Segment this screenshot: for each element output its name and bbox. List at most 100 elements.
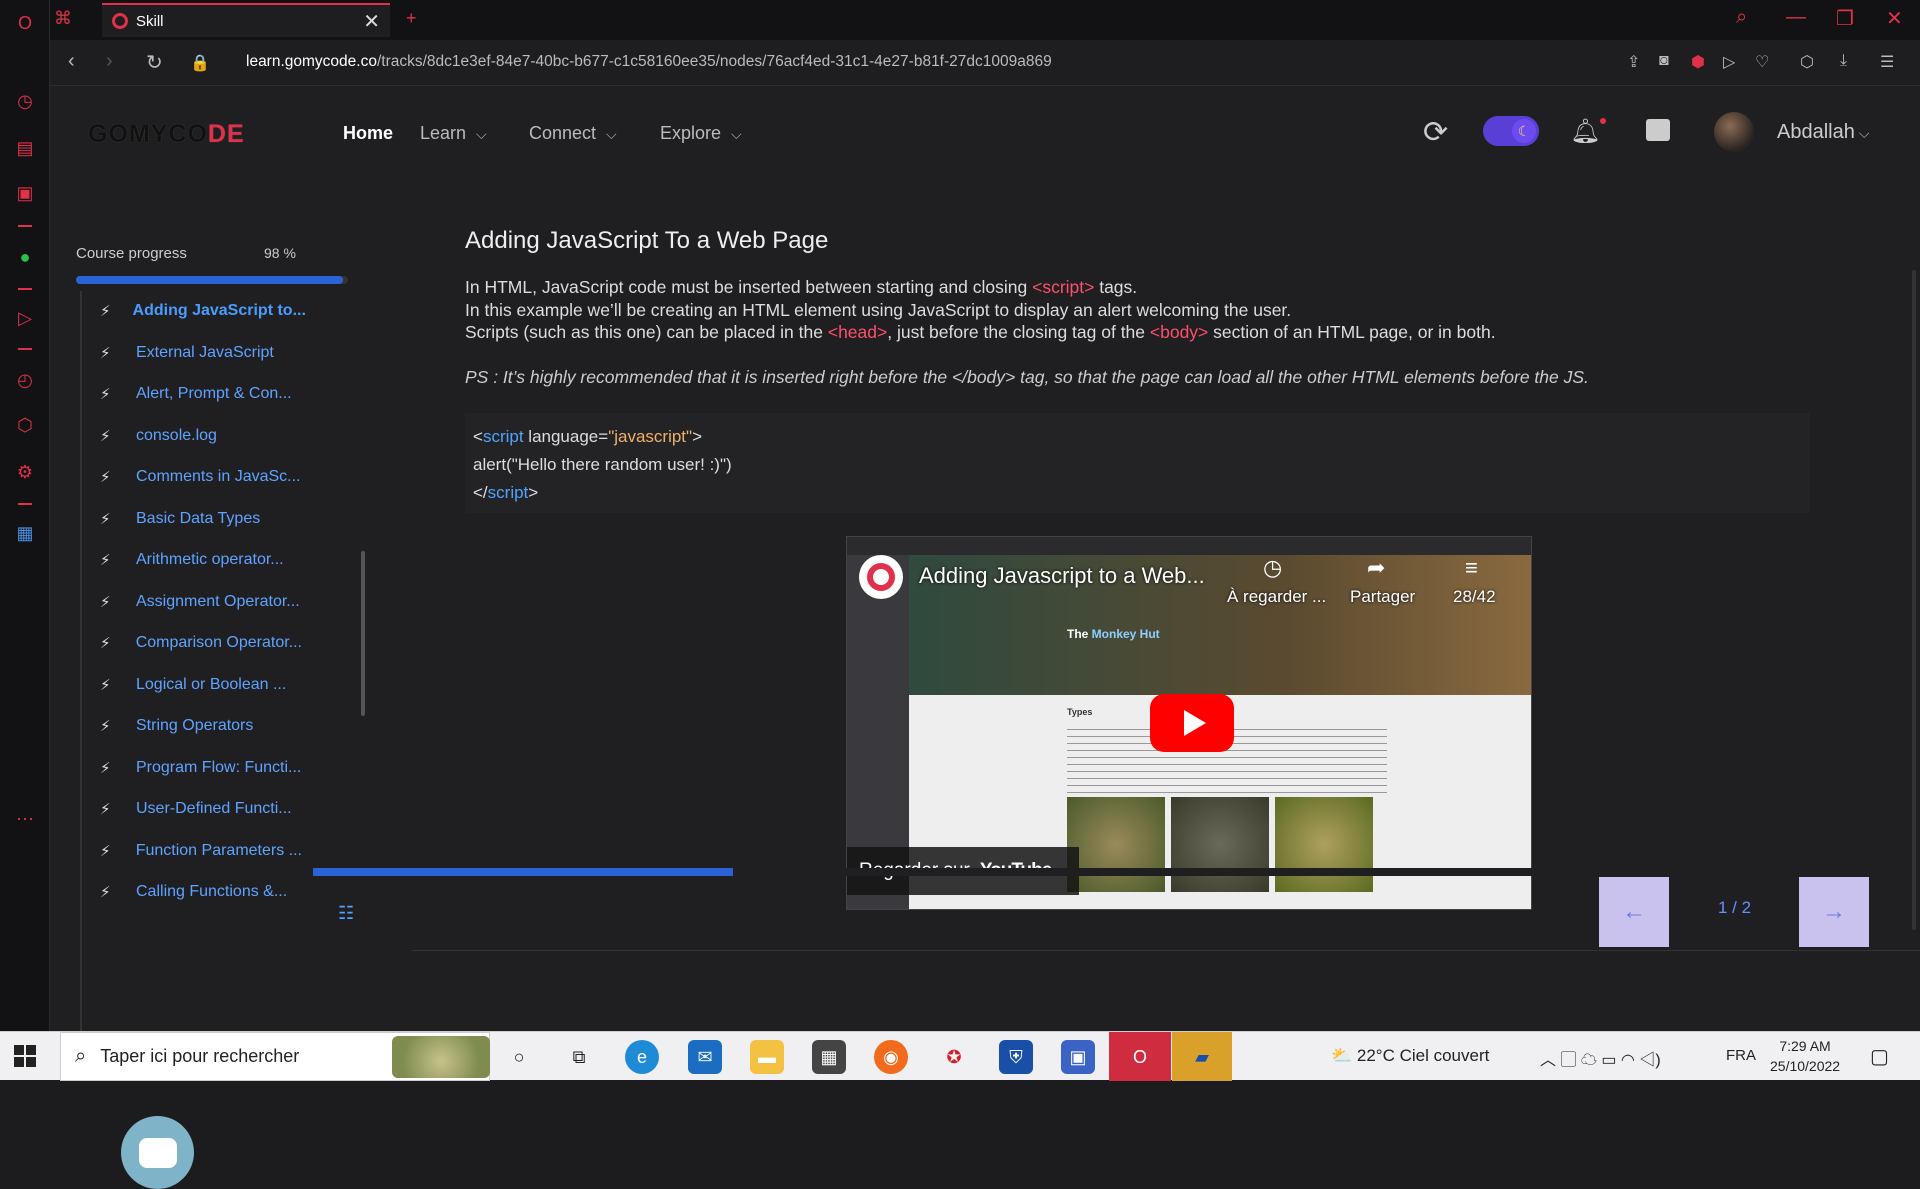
windows-start-icon[interactable] <box>14 1045 36 1067</box>
search-tabs-icon[interactable]: ⌕ <box>1736 6 1747 29</box>
cortana-icon[interactable]: ○ <box>502 1040 536 1074</box>
close-tab-icon[interactable]: ✕ <box>363 9 380 34</box>
history-icon[interactable]: ◴ <box>12 367 38 393</box>
lesson-item[interactable]: ⚡︎ Assignment Operator... <box>82 582 302 622</box>
mail-icon[interactable]: ✉ <box>688 1040 722 1074</box>
firefox-icon[interactable]: ◉ <box>874 1040 908 1074</box>
taskbar-opera[interactable]: O <box>1109 1032 1171 1081</box>
lesson-content: Adding JavaScript To a Web Page In HTML,… <box>390 179 1920 951</box>
restore-icon[interactable]: ❐ <box>1836 6 1854 31</box>
speed-dial-icon[interactable]: ◷ <box>12 88 38 114</box>
adblock-icon[interactable]: ⬢ <box>1691 52 1705 72</box>
user-menu[interactable]: Abdallah ⌵ <box>1777 121 1869 144</box>
minimize-icon[interactable]: — <box>1786 6 1806 29</box>
gamepad-icon[interactable]: ⌘ <box>54 8 72 29</box>
more-dots-icon[interactable]: ⋯ <box>12 806 38 832</box>
playlist-count[interactable]: 28/42 <box>1453 587 1496 607</box>
support-chat-button[interactable] <box>121 1116 194 1189</box>
lesson-item[interactable]: ⚡︎ Calling Functions &... <box>82 872 302 912</box>
text: section of an HTML page, or in both. <box>1208 322 1496 342</box>
app-icon[interactable]: ✪ <box>937 1040 971 1074</box>
extensions-cube-icon[interactable]: ⬡ <box>1800 52 1814 72</box>
previous-button[interactable]: ← <box>1599 877 1669 947</box>
gomycode-logo[interactable]: GOMYCODE <box>88 120 245 149</box>
whatsapp-icon[interactable]: ● <box>12 244 38 270</box>
share-icon[interactable]: ⇪ <box>1627 52 1640 72</box>
weather-widget[interactable]: ⛅ 22°C Ciel couvert <box>1331 1046 1489 1066</box>
paragraph-1: In HTML, JavaScript code must be inserte… <box>465 277 1137 298</box>
messages-icon[interactable] <box>1646 119 1670 141</box>
table-of-contents-icon[interactable]: ☷ <box>338 903 354 924</box>
camera-icon[interactable]: ◙ <box>1659 52 1669 70</box>
share-arrow-icon[interactable]: ➦ <box>1367 555 1385 581</box>
lesson-item-label: Logical or Boolean ... <box>136 675 287 693</box>
easy-setup-icon[interactable]: ☰ <box>1880 52 1894 72</box>
monkey-photo <box>1067 797 1165 892</box>
heart-icon[interactable]: ♡ <box>1755 52 1769 72</box>
lesson-item[interactable]: ⚡︎ Logical or Boolean ... <box>82 665 302 705</box>
opera-icon: O <box>1132 1046 1147 1067</box>
lesson-item[interactable]: ⚡︎ Comments in JavaSc... <box>82 457 302 497</box>
page-scrollbar[interactable] <box>1912 270 1916 930</box>
opera-menu-icon[interactable]: O <box>12 10 38 36</box>
reload-icon[interactable]: ↻ <box>146 50 163 75</box>
shield-icon[interactable]: ⛨ <box>999 1040 1033 1074</box>
lesson-item[interactable]: ⚡︎ Comparison Operator... <box>82 623 302 663</box>
nav-learn[interactable]: Learn ⌵ <box>420 123 487 144</box>
lesson-item[interactable]: ⚡︎ User-Defined Functi... <box>82 789 302 829</box>
play-button[interactable] <box>1150 694 1234 752</box>
lesson-item[interactable]: ⚡︎ Program Flow: Functi... <box>82 748 302 788</box>
playlist-icon[interactable]: ≡ <box>1465 555 1478 581</box>
next-button[interactable]: → <box>1799 877 1869 947</box>
player-icon[interactable]: ▷ <box>12 305 38 331</box>
clock[interactable]: 7:29 AM 25/10/2022 <box>1770 1036 1840 1076</box>
search-highlight-image[interactable] <box>392 1036 490 1078</box>
watch-later-label[interactable]: À regarder ... <box>1227 587 1326 607</box>
lesson-item[interactable]: ⚡︎ String Operators <box>82 706 302 746</box>
video-title[interactable]: Adding Javascript to a Web... <box>919 563 1205 589</box>
close-window-icon[interactable]: ✕ <box>1886 6 1903 31</box>
clock-icon[interactable]: ◷ <box>1263 555 1282 581</box>
lesson-item[interactable]: ⚡︎ Function Parameters ... <box>82 831 302 871</box>
teams-icon[interactable]: ▣ <box>1061 1040 1095 1074</box>
url-field[interactable]: learn.gomycode.co/tracks/8dc1e3ef-84e7-4… <box>246 53 1052 71</box>
briefcase-icon[interactable]: ▤ <box>12 135 38 161</box>
back-icon[interactable]: ‹ <box>68 50 75 73</box>
bell-icon[interactable]: 🔔︎ <box>1570 117 1600 146</box>
download-icon[interactable]: ⤓ <box>1840 52 1847 70</box>
edge-icon[interactable]: e <box>625 1040 659 1074</box>
lesson-item[interactable]: ⚡︎ console.log <box>82 416 302 456</box>
nav-explore[interactable]: Explore ⌵ <box>660 123 742 144</box>
new-tab-icon[interactable]: + <box>406 8 417 29</box>
settings-gear-icon[interactable]: ⚙ <box>12 459 38 485</box>
lesson-item[interactable]: ⚡︎ Adding JavaScript to... <box>82 291 306 331</box>
sidebar-scrollbar[interactable] <box>361 551 365 716</box>
cube-icon[interactable]: ⬡ <box>12 412 38 438</box>
send-icon[interactable]: ▷ <box>1723 52 1735 72</box>
code-token: > <box>528 483 539 502</box>
store-icon[interactable]: ▦ <box>812 1040 846 1074</box>
theme-toggle[interactable]: ☾ <box>1483 116 1539 146</box>
twitch-icon[interactable]: ▣ <box>12 180 38 206</box>
notifications-icon[interactable]: ▢ <box>1870 1044 1889 1069</box>
tab-skill[interactable]: Skill ✕ <box>102 3 390 37</box>
channel-logo[interactable] <box>859 555 903 599</box>
task-view-icon[interactable]: ⧉ <box>562 1040 596 1074</box>
language-indicator[interactable]: FRA <box>1726 1047 1756 1064</box>
share-label[interactable]: Partager <box>1350 587 1415 607</box>
lesson-item[interactable]: ⚡︎ Basic Data Types <box>82 499 302 539</box>
opera-favicon-icon <box>112 13 128 29</box>
lesson-item[interactable]: ⚡︎ Arithmetic operator... <box>82 540 302 580</box>
lesson-item[interactable]: ⚡︎ Alert, Prompt & Con... <box>82 374 302 414</box>
forward-icon[interactable]: › <box>106 50 113 73</box>
refresh-icon[interactable]: ⟳ <box>1423 115 1448 150</box>
nav-home[interactable]: Home <box>343 123 393 144</box>
file-explorer-icon[interactable]: ▬ <box>750 1040 784 1074</box>
translate-icon[interactable]: ▦ <box>12 520 38 546</box>
nav-connect[interactable]: Connect ⌵ <box>529 123 617 144</box>
youtube-embed[interactable]: The Monkey Hut Types Adding Javascript t… <box>846 536 1532 910</box>
avatar[interactable] <box>1714 112 1754 152</box>
lesson-item[interactable]: ⚡︎ External JavaScript <box>82 333 302 373</box>
system-tray[interactable]: ︿ ▢ ☁ ▭ ◠ ◁) <box>1540 1046 1661 1070</box>
taskbar-files[interactable]: ▰ <box>1172 1032 1232 1081</box>
